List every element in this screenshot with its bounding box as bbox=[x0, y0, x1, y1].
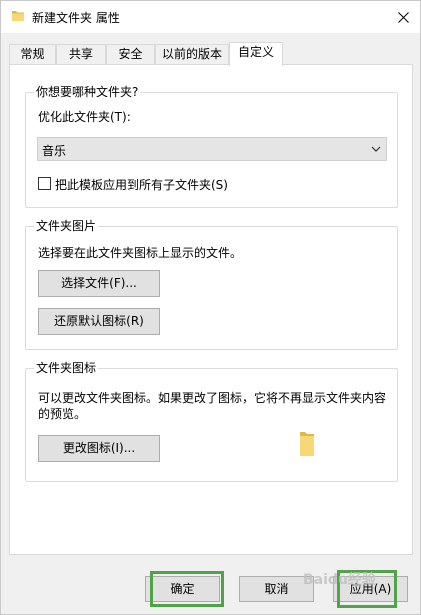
group-legend: 文件夹图标 bbox=[34, 361, 99, 375]
cancel-button[interactable]: 取消 bbox=[239, 576, 314, 602]
ok-button[interactable]: 确定 bbox=[145, 576, 220, 602]
restore-default-button[interactable]: 还原默认图标(R) bbox=[38, 308, 160, 335]
folder-icon-group: 文件夹图标 bbox=[25, 361, 398, 482]
close-button[interactable] bbox=[389, 4, 417, 30]
window-title: 新建文件夹 属性 bbox=[32, 11, 120, 25]
icon-description-line1: 可以更改文件夹图标。如果更改了图标，它将不再显示文件夹内容 bbox=[38, 391, 387, 405]
picture-description: 选择要在此文件夹图标上显示的文件。 bbox=[38, 246, 243, 260]
optimize-label: 优化此文件夹(T): bbox=[38, 110, 131, 124]
tab-label: 自定义 bbox=[237, 45, 274, 59]
apply-subfolders-checkbox[interactable] bbox=[38, 177, 51, 190]
close-icon bbox=[397, 11, 409, 23]
tab-strip: 常规 共享 安全 以前的版本 自定义 bbox=[9, 42, 413, 66]
folder-icon bbox=[12, 11, 24, 21]
tab-label: 以前的版本 bbox=[161, 47, 222, 61]
folder-icon bbox=[300, 432, 314, 456]
tab-general[interactable]: 常规 bbox=[9, 44, 56, 65]
tab-security[interactable]: 安全 bbox=[106, 44, 155, 65]
optimize-dropdown[interactable]: 音乐 bbox=[37, 137, 387, 161]
tab-previous-versions[interactable]: 以前的版本 bbox=[155, 44, 229, 65]
choose-file-button[interactable]: 选择文件(F)... bbox=[38, 270, 160, 297]
tab-sharing[interactable]: 共享 bbox=[56, 44, 106, 65]
tab-label: 安全 bbox=[118, 47, 143, 61]
tab-label: 共享 bbox=[68, 47, 93, 61]
group-legend: 你想要哪种文件夹? bbox=[34, 85, 141, 99]
tab-customize[interactable]: 自定义 bbox=[229, 42, 283, 66]
tab-label: 常规 bbox=[20, 47, 45, 61]
apply-button[interactable]: 应用(A) bbox=[333, 576, 408, 602]
apply-subfolders-label: 把此模板应用到所有子文件夹(S) bbox=[55, 178, 228, 192]
chevron-down-icon bbox=[371, 146, 381, 152]
properties-window: 新建文件夹 属性 常规 共享 安全 以前的版本 自定义 你想要哪种文件夹? 优化… bbox=[0, 0, 421, 615]
icon-description-line2: 的预览。 bbox=[38, 407, 87, 421]
group-legend: 文件夹图片 bbox=[34, 219, 99, 233]
change-icon-button[interactable]: 更改图标(I)... bbox=[38, 435, 160, 462]
title-bar: 新建文件夹 属性 bbox=[1, 1, 420, 33]
dropdown-value: 音乐 bbox=[42, 144, 67, 158]
